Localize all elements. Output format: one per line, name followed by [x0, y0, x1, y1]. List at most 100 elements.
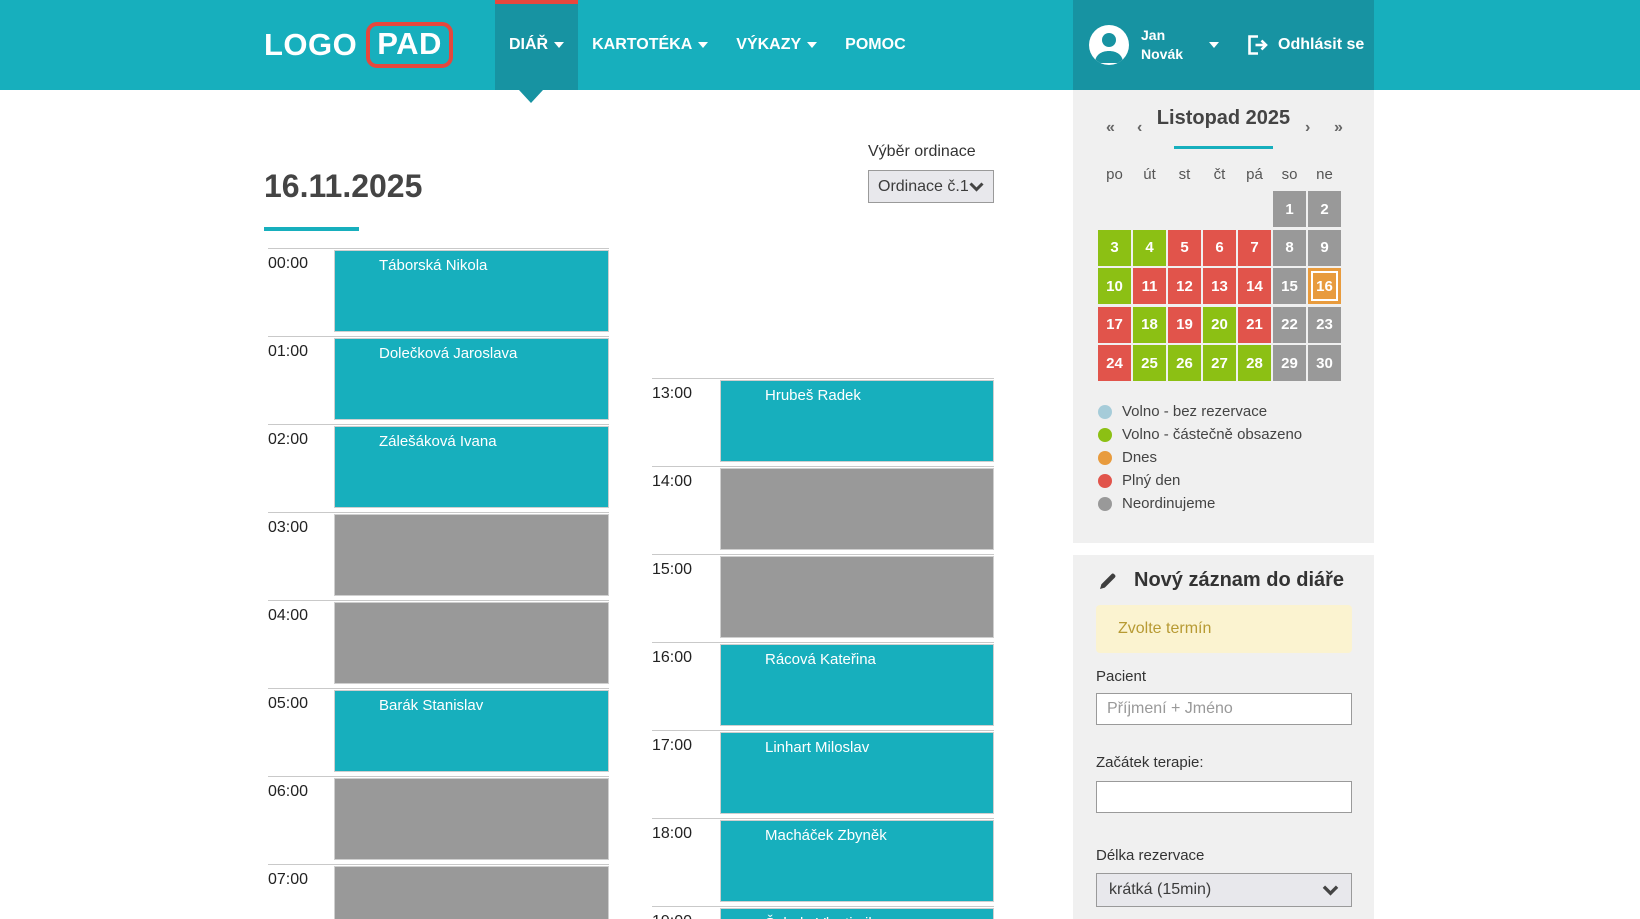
time-label: 04:00	[268, 607, 308, 625]
calendar-day-18[interactable]: 18	[1133, 307, 1166, 343]
schedule-row: 07:00	[268, 864, 609, 919]
schedule-row: 00:00 Táborská Nikola	[268, 248, 609, 336]
time-label: 14:00	[652, 473, 692, 491]
nav-item-diar[interactable]: DIÁŘ	[495, 0, 578, 90]
closed-block	[334, 866, 609, 919]
appointment-block[interactable]: Barák Stanislav	[334, 690, 609, 772]
page-title: 16.11.2025	[264, 168, 422, 205]
calendar-day-20[interactable]: 20	[1203, 307, 1236, 343]
closed-block	[334, 514, 609, 596]
appointment-block[interactable]: Táborská Nikola	[334, 250, 609, 332]
main-nav: DIÁŘ KARTOTÉKA VÝKAZYPOMOC	[495, 0, 920, 90]
calendar-day-11[interactable]: 11	[1133, 268, 1166, 304]
therapy-start-input[interactable]	[1096, 781, 1352, 813]
calendar-day-13[interactable]: 13	[1203, 268, 1236, 304]
calendar-day-28[interactable]: 28	[1238, 345, 1271, 381]
calendar-day-9[interactable]: 9	[1308, 230, 1341, 266]
appointment-block[interactable]: Linhart Miloslav	[720, 732, 994, 814]
calendar-day-22[interactable]: 22	[1273, 307, 1306, 343]
duration-select[interactable]: krátká (15min)	[1096, 873, 1352, 907]
calendar-day-10[interactable]: 10	[1098, 268, 1131, 304]
legend-label: Dnes	[1122, 449, 1157, 466]
calendar-day-7[interactable]: 7	[1238, 230, 1271, 266]
new-record-title-label: Nový záznam do diáře	[1134, 569, 1344, 592]
nav-item-kartoteka[interactable]: KARTOTÉKA	[578, 0, 722, 90]
chevron-down-icon	[1322, 885, 1339, 896]
calendar-day-8[interactable]: 8	[1273, 230, 1306, 266]
active-nav-pointer	[519, 90, 543, 103]
pencil-icon	[1097, 570, 1119, 592]
appointment-block[interactable]: Hrubeš Radek	[720, 380, 994, 462]
calendar-day-15[interactable]: 15	[1273, 268, 1306, 304]
legend-dot	[1098, 474, 1112, 488]
appointment-block[interactable]: Šebela Vlastimil	[720, 908, 994, 919]
time-label: 15:00	[652, 561, 692, 579]
weekday-label: po	[1098, 166, 1131, 183]
legend-item: Volno - částečně obsazeno	[1098, 423, 1302, 446]
logout-label: Odhlásit se	[1278, 36, 1364, 54]
title-underline	[264, 227, 359, 231]
weekday-label: ne	[1308, 166, 1341, 183]
time-label: 02:00	[268, 431, 308, 449]
choose-date-alert: Zvolte termín	[1096, 605, 1352, 653]
calendar-day-24[interactable]: 24	[1098, 345, 1131, 381]
weekday-label: út	[1133, 166, 1166, 183]
legend-dot	[1098, 428, 1112, 442]
legend-item: Plný den	[1098, 469, 1302, 492]
calendar-day-29[interactable]: 29	[1273, 345, 1306, 381]
avatar[interactable]	[1089, 25, 1129, 65]
calendar-day-3[interactable]: 3	[1098, 230, 1131, 266]
nav-item-pomoc[interactable]: POMOC	[831, 0, 919, 90]
legend-label: Neordinujeme	[1122, 495, 1215, 512]
calendar-day-26[interactable]: 26	[1168, 345, 1201, 381]
ordinace-select[interactable]: Ordinace č.1	[868, 170, 994, 203]
weekday-label: st	[1168, 166, 1201, 183]
calendar-day-4[interactable]: 4	[1133, 230, 1166, 266]
calendar-day-12[interactable]: 12	[1168, 268, 1201, 304]
appointment-block[interactable]: Zálešáková Ivana	[334, 426, 609, 508]
calendar-grid: 1234567891011121314151617181920212223242…	[1098, 191, 1348, 391]
appointment-block[interactable]: Dolečková Jaroslava	[334, 338, 609, 420]
nav-item-vykazy[interactable]: VÝKAZY	[722, 0, 831, 90]
schedule-row: 06:00	[268, 776, 609, 864]
calendar-panel: « ‹ › » Listopad 2025 poútstčtpásone 123…	[1073, 90, 1374, 543]
calendar-day-16[interactable]: 16	[1308, 268, 1341, 304]
user-last-name: Novák	[1141, 45, 1183, 64]
calendar-day-19[interactable]: 19	[1168, 307, 1201, 343]
calendar-day-17[interactable]: 17	[1098, 307, 1131, 343]
calendar-day-6[interactable]: 6	[1203, 230, 1236, 266]
calendar-day-2[interactable]: 2	[1308, 191, 1341, 227]
calendar-day-14[interactable]: 14	[1238, 268, 1271, 304]
schedule-row: 14:00	[652, 466, 994, 554]
closed-block	[334, 778, 609, 860]
schedule-row: 19:00Šebela Vlastimil	[652, 906, 994, 919]
nav-item-label: KARTOTÉKA	[592, 36, 692, 54]
appointment-block[interactable]: Macháček Zbyněk	[720, 820, 994, 902]
legend-label: Volno - bez rezervace	[1122, 403, 1267, 420]
calendar-day-1[interactable]: 1	[1273, 191, 1306, 227]
time-label: 16:00	[652, 649, 692, 667]
calendar-day-30[interactable]: 30	[1308, 345, 1341, 381]
logout-button[interactable]: Odhlásit se	[1245, 33, 1364, 57]
calendar-day-23[interactable]: 23	[1308, 307, 1341, 343]
calendar-day-25[interactable]: 25	[1133, 345, 1166, 381]
calendar-day-21[interactable]: 21	[1238, 307, 1271, 343]
time-label: 17:00	[652, 737, 692, 755]
calendar-day-27[interactable]: 27	[1203, 345, 1236, 381]
patient-input[interactable]	[1096, 693, 1352, 725]
time-label: 05:00	[268, 695, 308, 713]
time-label: 13:00	[652, 385, 692, 403]
schedule-column-morning: 00:00Táborská Nikola01:00Dolečková Jaros…	[268, 248, 609, 919]
weekday-label: pá	[1238, 166, 1271, 183]
user-menu-chevron-icon[interactable]	[1209, 42, 1219, 48]
duration-select-value: krátká (15min)	[1109, 881, 1211, 899]
calendar-title: Listopad 2025	[1073, 107, 1374, 130]
appointment-block[interactable]: Rácová Kateřina	[720, 644, 994, 726]
time-label: 06:00	[268, 783, 308, 801]
calendar-day-5[interactable]: 5	[1168, 230, 1201, 266]
time-label: 00:00	[268, 255, 308, 273]
schedule-row: 18:00Macháček Zbyněk	[652, 818, 994, 906]
calendar-title-underline	[1174, 146, 1273, 149]
weekday-label: čt	[1203, 166, 1236, 183]
legend-item: Volno - bez rezervace	[1098, 400, 1302, 423]
